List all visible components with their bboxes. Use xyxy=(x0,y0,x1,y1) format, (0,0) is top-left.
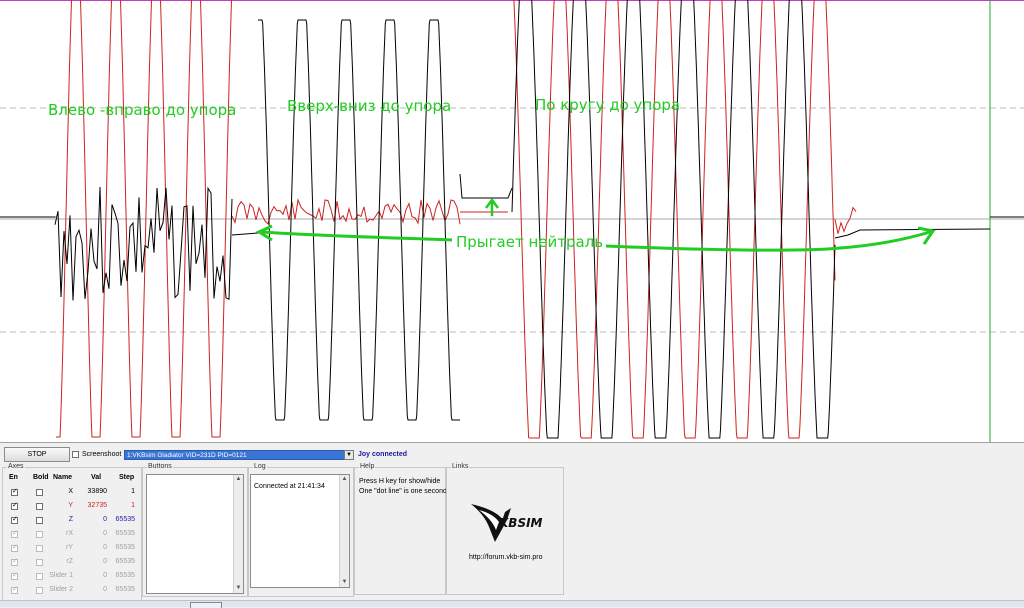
axis-row-rz: rZ 0 65535 xyxy=(3,556,143,570)
axis-row-slider-1: Slider 1 0 65535 xyxy=(3,570,143,584)
axis-name: Z xyxy=(68,516,73,523)
help-group-title: Help xyxy=(359,463,376,470)
axis-value: 0 xyxy=(103,558,107,565)
axis-step: 1 xyxy=(131,488,135,495)
axis-enable-checkbox[interactable] xyxy=(11,585,18,595)
stop-button[interactable]: STOP xyxy=(4,447,70,462)
axis-bold-checkbox[interactable] xyxy=(36,489,43,496)
axis-row-rx: rX 0 65535 xyxy=(3,528,143,542)
log-group: Log Connected at 21:41:34 ▲ ▼ xyxy=(248,463,354,597)
axis-enable-checkbox[interactable] xyxy=(11,557,18,567)
axis-enable-checkbox[interactable] xyxy=(11,487,18,497)
axis-name: Slider 2 xyxy=(49,586,73,593)
log-scrollbar[interactable]: ▲ ▼ xyxy=(339,475,349,587)
scroll-up-icon[interactable]: ▲ xyxy=(234,475,243,484)
help-line-2: One "dot line" is one second xyxy=(359,488,447,495)
links-group: Links VKBSIM http://forum.vkb-sim.pro xyxy=(446,463,564,595)
axis-bold-checkbox[interactable] xyxy=(36,573,43,580)
annotation-left-right: Влево -вправо до упора xyxy=(48,101,237,119)
neutral-arrow-up xyxy=(485,197,499,216)
help-group: Help Press H key for show/hide One "dot … xyxy=(354,463,447,595)
axis-bold-checkbox[interactable] xyxy=(36,503,43,510)
buttons-list[interactable]: ▲ ▼ xyxy=(146,474,244,594)
axis-row-z: Z 0 65535 xyxy=(3,514,143,528)
axis-value: 0 xyxy=(103,516,107,523)
logo-text: VKBSIM xyxy=(499,516,543,530)
axis-value: 0 xyxy=(103,544,107,551)
axis-value: 0 xyxy=(103,572,107,579)
x-trace-segment xyxy=(459,173,513,199)
header-name: Name xyxy=(53,474,73,481)
axis-step: 65535 xyxy=(115,544,135,551)
axis-step: 65535 xyxy=(115,572,135,579)
annotation-up-down: Вверх-вниз до упора xyxy=(287,97,452,115)
header-en: En xyxy=(9,474,18,481)
scroll-down-icon[interactable]: ▼ xyxy=(234,584,243,593)
control-panel: STOP Screenshoot 1:VKBsim Gladiator VID=… xyxy=(0,442,1024,607)
axis-step: 65535 xyxy=(115,586,135,593)
axis-enable-checkbox[interactable] xyxy=(11,515,18,525)
log-list[interactable]: Connected at 21:41:34 ▲ ▼ xyxy=(250,474,350,588)
vkbsim-logo[interactable]: VKBSIM xyxy=(469,498,543,544)
axis-step: 65535 xyxy=(115,530,135,537)
screenshot-checkbox[interactable] xyxy=(72,451,79,458)
taskbar-button[interactable] xyxy=(190,602,222,608)
x-trace-segment xyxy=(258,19,460,421)
axis-value: 0 xyxy=(103,586,107,593)
device-select[interactable]: 1:VKBsim Gladiator VID=231D PID=0121 xyxy=(124,450,354,460)
axis-name: Slider 1 xyxy=(49,572,73,579)
help-line-1: Press H key for show/hide xyxy=(359,478,441,485)
axes-group-title: Axes xyxy=(7,463,25,470)
header-bold: Bold xyxy=(33,474,49,481)
buttons-group: Buttons ▲ ▼ xyxy=(142,463,248,597)
axis-enable-checkbox[interactable] xyxy=(11,571,18,581)
y-trace-segment xyxy=(834,206,857,234)
buttons-scrollbar[interactable]: ▲ ▼ xyxy=(233,475,243,593)
axis-bold-checkbox[interactable] xyxy=(36,559,43,566)
axis-name: rY xyxy=(66,544,73,551)
axis-bold-checkbox[interactable] xyxy=(36,545,43,552)
axis-enable-checkbox[interactable] xyxy=(11,529,18,539)
axis-step: 1 xyxy=(131,502,135,509)
axis-trace-plot xyxy=(0,0,1024,442)
axis-value: 33890 xyxy=(87,488,107,495)
axis-plot-area: Влево -вправо до упора Вверх-вниз до упо… xyxy=(0,0,1024,442)
axis-bold-checkbox[interactable] xyxy=(36,517,43,524)
header-val: Val xyxy=(91,474,102,481)
axis-name: Y xyxy=(68,502,73,509)
axes-group: Axes En Bold Name Val Step X 33890 1 Y 32735… xyxy=(2,463,143,605)
forum-link[interactable]: http://forum.vkb-sim.pro xyxy=(469,554,543,561)
x-trace-segment xyxy=(231,232,259,236)
chevron-down-icon[interactable]: ▼ xyxy=(344,450,354,460)
axis-row-x: X 33890 1 xyxy=(3,486,143,500)
connection-status: Joy connected xyxy=(358,451,408,458)
axis-value: 32735 xyxy=(87,502,107,509)
links-group-title: Links xyxy=(451,463,470,470)
log-group-title: Log xyxy=(253,463,267,470)
log-line: Connected at 21:41:34 xyxy=(254,483,325,490)
screenshot-label: Screenshoot xyxy=(82,451,122,458)
axis-bold-checkbox[interactable] xyxy=(36,587,43,594)
axis-name: rX xyxy=(66,530,73,537)
axis-row-slider-2: Slider 2 0 65535 xyxy=(3,584,143,598)
scroll-down-icon[interactable]: ▼ xyxy=(340,578,349,587)
y-trace-segment xyxy=(231,198,461,225)
axis-enable-checkbox[interactable] xyxy=(11,501,18,511)
buttons-group-title: Buttons xyxy=(147,463,173,470)
axis-row-y: Y 32735 1 xyxy=(3,500,143,514)
axis-name: rZ xyxy=(66,558,73,565)
axis-enable-checkbox[interactable] xyxy=(11,543,18,553)
header-step: Step xyxy=(119,474,135,481)
axis-step: 65535 xyxy=(115,516,135,523)
annotation-circle: По кругу до упора xyxy=(535,96,681,114)
axis-bold-checkbox[interactable] xyxy=(36,531,43,538)
axis-step: 65535 xyxy=(115,558,135,565)
annotation-neutral-jump: Прыгает нейтраль xyxy=(456,233,604,251)
axis-row-ry: rY 0 65535 xyxy=(3,542,143,556)
axis-name: X xyxy=(68,488,73,495)
axis-value: 0 xyxy=(103,530,107,537)
scroll-up-icon[interactable]: ▲ xyxy=(340,475,349,484)
